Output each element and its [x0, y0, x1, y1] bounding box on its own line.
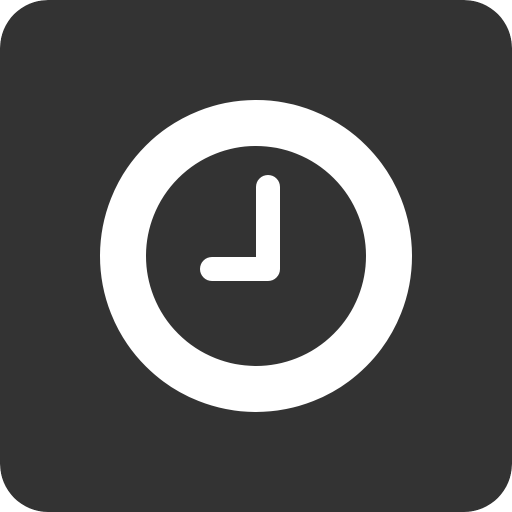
- clock-icon: [0, 0, 512, 512]
- app-icon-tile[interactable]: [0, 0, 512, 512]
